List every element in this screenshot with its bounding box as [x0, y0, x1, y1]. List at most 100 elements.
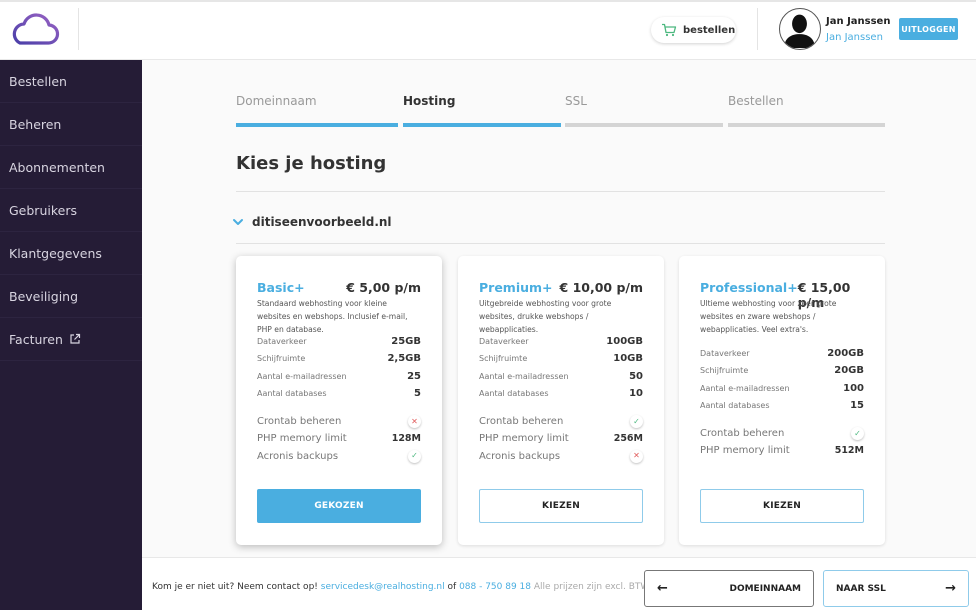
external-link-icon: [70, 333, 80, 344]
or-text: of: [447, 582, 457, 592]
plan-specs: Dataverkeer 200GB Schijfruimte 20GB Aantal…: [700, 345, 864, 414]
plan-description: Ultieme webhosting voor zeer grote websi…: [700, 299, 837, 334]
sidebar-item-label: Beveiliging: [9, 288, 79, 304]
feature-row: Crontab beheren ✕: [257, 413, 421, 430]
feature-row: PHP memory limit 512M: [700, 442, 864, 459]
feature-label: Crontab beheren: [257, 416, 342, 428]
header-divider: [757, 8, 758, 50]
cart-icon: [662, 23, 677, 37]
spec-label: Aantal e-mailadressen: [479, 371, 569, 381]
user-account-link[interactable]: Jan Janssen: [826, 32, 883, 43]
sidebar-item-label: Klantgegevens: [9, 245, 102, 261]
plan-description: Uitgebreide webhosting voor grote websit…: [479, 299, 612, 334]
chosen-button[interactable]: GEKOZEN: [257, 489, 421, 523]
spec-row: Dataverkeer 100GB: [479, 333, 643, 350]
user-name: Jan Janssen: [826, 16, 891, 27]
feature-value: 512M: [834, 445, 864, 457]
choose-button[interactable]: KIEZEN: [700, 489, 864, 523]
feature-label: PHP memory limit: [479, 433, 569, 445]
plan-name: Basic+: [257, 280, 305, 295]
step-label: Domeinnaam: [236, 94, 317, 108]
sidebar-item-abonnementen[interactable]: Abonnementen: [0, 146, 142, 189]
progress-steps: Domeinnaam Hosting SSL Bestellen: [236, 94, 885, 128]
plan-card-premium[interactable]: Premium+ € 10,00 p/m Uitgebreide webhost…: [458, 256, 664, 545]
user-silhouette-icon: [783, 14, 816, 48]
step-ssl[interactable]: SSL: [565, 94, 723, 128]
spec-value: 10GB: [613, 353, 643, 365]
back-label: DOMEINNAAM: [729, 583, 801, 594]
spec-row: Aantal databases 5: [257, 385, 421, 402]
plan-description: Standaard webhosting voor kleine website…: [257, 299, 408, 334]
spec-value: 100: [843, 382, 864, 394]
sidebar-item-label: Beheren: [9, 116, 62, 132]
step-hosting[interactable]: Hosting: [403, 94, 561, 128]
spec-label: Aantal e-mailadressen: [257, 371, 347, 381]
sidebar-item-beheren[interactable]: Beheren: [0, 103, 142, 146]
logout-button[interactable]: UITLOGGEN: [899, 18, 958, 40]
domain-name: ditiseenvoorbeeld.nl: [252, 215, 392, 229]
spec-value: 15: [850, 400, 864, 412]
sidebar-item-label: Bestellen: [9, 73, 67, 89]
feature-label: Acronis backups: [257, 450, 339, 462]
step-label: Hosting: [403, 94, 456, 108]
cloud-logo-icon[interactable]: [8, 13, 60, 47]
plan-specs: Dataverkeer 25GB Schijfruimte 2,5GB Aantal…: [257, 333, 421, 402]
spec-value: 2,5GB: [387, 353, 421, 365]
spec-value: 10: [629, 388, 643, 400]
step-bestellen[interactable]: Bestellen: [728, 94, 885, 128]
next-button[interactable]: NAAR SSL →: [823, 570, 969, 607]
spec-row: Aantal e-mailadressen 100: [700, 380, 864, 397]
email-link[interactable]: servicedesk@realhosting.nl: [321, 582, 445, 592]
sidebar-item-beveiliging[interactable]: Beveiliging: [0, 275, 142, 318]
step-progress-bar: [236, 123, 398, 127]
spec-row: Dataverkeer 25GB: [257, 333, 421, 350]
spec-value: 5: [414, 388, 421, 400]
help-text: Kom je er niet uit? Neem contact op!: [152, 582, 318, 592]
plan-price: € 10,00 p/m: [559, 280, 643, 295]
plan-name: Premium+: [479, 280, 553, 295]
header-divider: [78, 8, 79, 50]
plan-name: Professional+: [700, 280, 798, 295]
arrow-left-icon: ←: [657, 581, 668, 596]
sidebar: Bestellen Beheren Abonnementen Gebruiker…: [0, 60, 142, 610]
choose-button[interactable]: KIEZEN: [479, 489, 643, 523]
sidebar-item-facturen[interactable]: Facturen: [0, 318, 142, 361]
cross-icon: ✕: [408, 415, 421, 429]
spec-value: 25GB: [391, 336, 421, 348]
feature-row: Crontab beheren ✓: [479, 413, 643, 430]
spec-label: Aantal e-mailadressen: [700, 383, 790, 393]
sidebar-item-bestellen[interactable]: Bestellen: [0, 60, 142, 103]
divider: [236, 191, 885, 192]
check-icon: ✓: [408, 449, 421, 463]
spec-row: Schijfruimte 2,5GB: [257, 350, 421, 367]
step-domeinnaam[interactable]: Domeinnaam: [236, 94, 398, 128]
spec-row: Dataverkeer 200GB: [700, 345, 864, 362]
spec-label: Schijfruimte: [257, 354, 306, 364]
spec-label: Aantal databases: [257, 389, 327, 399]
phone-link[interactable]: 088 - 750 89 18: [459, 582, 531, 592]
next-label: NAAR SSL: [836, 583, 886, 594]
cart-order-button[interactable]: bestellen: [651, 17, 736, 43]
sidebar-item-klantgegevens[interactable]: Klantgegevens: [0, 232, 142, 275]
page-title: Kies je hosting: [236, 153, 387, 174]
feature-label: Crontab beheren: [700, 428, 785, 440]
spec-row: Aantal databases 10: [479, 385, 643, 402]
plan-card-professional[interactable]: Professional+ € 15,00 p/m Ultieme webhos…: [679, 256, 885, 545]
back-button[interactable]: ← DOMEINNAAM: [644, 570, 814, 607]
divider: [236, 243, 885, 244]
sidebar-item-gebruikers[interactable]: Gebruikers: [0, 189, 142, 232]
spec-value: 50: [629, 370, 643, 382]
plan-card-basic[interactable]: Basic+ € 5,00 p/m Standaard webhosting v…: [236, 256, 442, 545]
feature-row: Acronis backups ✓: [257, 448, 421, 465]
plan-features: Crontab beheren ✕ PHP memory limit 128M Ac…: [257, 413, 421, 465]
spec-label: Dataverkeer: [257, 337, 307, 347]
spec-row: Schijfruimte 10GB: [479, 350, 643, 367]
domain-toggle[interactable]: ditiseenvoorbeeld.nl: [232, 215, 392, 229]
spec-row: Schijfruimte 20GB: [700, 362, 864, 379]
sidebar-item-label: Abonnementen: [9, 159, 105, 175]
avatar[interactable]: [779, 8, 821, 50]
spec-label: Schijfruimte: [479, 354, 528, 364]
feature-label: PHP memory limit: [700, 445, 790, 457]
feature-row: Acronis backups ✕: [479, 448, 643, 465]
plan-specs: Dataverkeer 100GB Schijfruimte 10GB Aantal…: [479, 333, 643, 402]
